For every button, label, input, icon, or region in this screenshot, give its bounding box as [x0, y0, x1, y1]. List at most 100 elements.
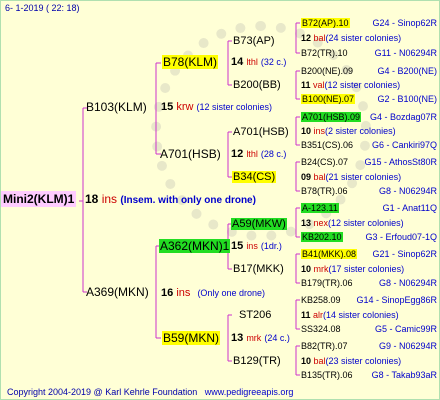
gen4-note: (14 sister colonies) — [323, 310, 399, 320]
gen4-right: G2 - B100(NE) — [377, 94, 437, 104]
gen4-note: (23 sister colonies) — [325, 356, 402, 366]
gen1-tag: ins — [176, 287, 191, 299]
gen4-tag: bal — [313, 33, 326, 43]
gen4-right: G6 - Cankiri97Q — [371, 140, 437, 150]
gen4-name: B72(AP).10 — [301, 18, 350, 28]
gen1-name[interactable]: A369(MKN) — [86, 286, 149, 299]
gen2-name[interactable]: A362(MKN)1 — [159, 239, 231, 253]
gen4-num: 12 — [301, 33, 312, 43]
gen4-tag: bal — [313, 172, 326, 182]
gen4-row[interactable]: B351(CS).06 G6 - Cankiri97Q — [301, 139, 439, 152]
gen3-name[interactable]: ST206 — [239, 309, 271, 322]
gen4-row[interactable]: B135(TR).06 G8 - Takab93aR — [301, 369, 439, 382]
gen4-name: B72(TR).10 — [301, 48, 348, 58]
gen3-name[interactable]: B34(CS) — [232, 171, 277, 184]
gen4-row[interactable]: B72(AP).10 G24 - Sinop62R — [301, 17, 439, 30]
root-name: Mini2(KLM)1 — [3, 192, 75, 206]
gen2-note: (1dr.) — [260, 241, 282, 251]
gen4-info: 12 bal(24 sister colonies) — [301, 32, 401, 45]
gen4-note: (21 sister colonies) — [325, 172, 402, 182]
gen2-tag: lthl — [246, 57, 258, 67]
gen4-row[interactable]: B82(TR).07 G9 - N06294R — [301, 340, 439, 353]
gen2-tag: lthl — [246, 149, 258, 159]
gen1-tag: krw — [176, 101, 194, 113]
gen3-name[interactable]: B17(MKK) — [233, 263, 284, 276]
gen2-label: B59(MKN) — [162, 331, 221, 345]
gen4-note: (17 sister colonies) — [328, 264, 405, 274]
gen4-row[interactable]: B24(CS).07 G15 - AthosSt80R — [301, 156, 439, 169]
gen4-row[interactable]: B72(TR).10 G11 - N06294R — [301, 47, 439, 60]
gen4-note: (12 sister colonies) — [324, 80, 401, 90]
gen4-row[interactable]: B179(TR).06 G8 - N06294R — [301, 277, 439, 290]
gen2-name[interactable]: A701(HSB) — [160, 148, 221, 161]
gen4-right: G14 - SinopEgg86R — [356, 295, 437, 305]
gen4-row[interactable]: KB202.10 G3 - Erfoud07-1Q — [301, 231, 439, 244]
gen4-tag: ins — [313, 126, 326, 136]
gen3-name[interactable]: B200(BB) — [233, 79, 281, 92]
gen4-info: 13 nex(12 sister colonies) — [301, 217, 404, 230]
gen4-row[interactable]: SS324.08 G5 - Camic99R — [301, 323, 439, 336]
gen4-info: 11 alr(14 sister colonies) — [301, 309, 399, 322]
gen4-name: B41(MKK).08 — [301, 249, 358, 259]
root-ins: ins — [101, 192, 118, 206]
gen4-num: 11 — [301, 80, 311, 90]
gen4-name: B24(CS).07 — [301, 157, 349, 167]
gen4-row[interactable]: A-123.11 G1 - Anat11Q — [301, 202, 439, 215]
gen4-note: (2 sister colonies) — [325, 126, 396, 136]
gen4-name: A-123.11 — [301, 203, 339, 213]
gen1-info: 15 krw (12 sister colonies) — [161, 101, 272, 114]
gen4-tag: bal — [313, 356, 326, 366]
gen2-label: A362(MKN)1 — [159, 239, 231, 253]
gen2-num: 15 — [231, 240, 244, 252]
site-link[interactable]: www.pedigreeapis.org — [205, 387, 294, 397]
gen4-right: G15 - AthosSt80R — [364, 157, 437, 167]
gen3-name[interactable]: A59(MKW) — [231, 218, 287, 231]
gen4-tag: alr — [313, 310, 324, 320]
gen4-name: B82(TR).07 — [301, 341, 348, 351]
gen4-num: 10 — [301, 356, 312, 366]
gen4-right: G8 - Takab93aR — [371, 370, 437, 380]
gen4-right: G3 - Erfoud07-1Q — [365, 232, 437, 242]
gen2-name[interactable]: B78(KLM) — [162, 55, 219, 69]
gen2-note: (32 c.) — [260, 57, 287, 67]
gen2-note: (28 c.) — [260, 149, 287, 159]
gen4-num: 13 — [301, 218, 312, 228]
gen1-name[interactable]: B103(KLM) — [86, 101, 147, 114]
gen2-name[interactable]: B59(MKN) — [162, 331, 221, 345]
gen4-name: B200(NE).09 — [301, 66, 354, 76]
gen2-tag: mrk — [246, 333, 262, 343]
gen4-info: 10 bal(23 sister colonies) — [301, 355, 401, 368]
copyright-text: Copyright 2004-2019 @ Karl Kehrle Founda… — [7, 387, 198, 397]
gen4-info: 09 bal(21 sister colonies) — [301, 171, 401, 184]
gen4-info: 11 val(12 sister colonies) — [301, 79, 400, 92]
root-queen[interactable]: Mini2(KLM)1 — [1, 191, 77, 207]
gen4-right: G5 - Camic99R — [374, 324, 437, 334]
gen4-row[interactable]: A701(HSB).09 G4 - Bozdag07R — [301, 111, 439, 124]
gen4-name: B78(TR).06 — [301, 186, 348, 196]
gen4-num: 10 — [301, 126, 312, 136]
gen3-name[interactable]: B73(AP) — [233, 35, 275, 48]
gen4-name: A701(HSB).09 — [301, 112, 362, 122]
gen4-row[interactable]: KB258.09 G14 - SinopEgg86R — [301, 294, 439, 307]
gen4-tag: nex — [313, 218, 329, 228]
gen4-row[interactable]: B41(MKK).08 G21 - Sinop62R — [301, 248, 439, 261]
root-num: 18 — [85, 192, 99, 206]
gen4-num: 10 — [301, 264, 312, 274]
gen4-right: G21 - Sinop62R — [372, 249, 437, 259]
gen4-name: B135(TR).06 — [301, 370, 353, 380]
gen1-num: 16 — [161, 287, 174, 299]
gen2-label: B78(KLM) — [162, 55, 219, 69]
gen3-name[interactable]: B129(TR) — [233, 355, 281, 368]
gen4-row[interactable]: B78(TR).06 G8 - N06294R — [301, 185, 439, 198]
gen2-info: 15 ins (1dr.) — [231, 240, 282, 253]
gen3-name[interactable]: A701(HSB) — [233, 126, 289, 139]
gen2-tag: ins — [246, 241, 258, 251]
gen1-note: (12 sister colonies) — [196, 102, 273, 112]
gen4-name: KB258.09 — [301, 295, 341, 305]
root-note: (Insem. with only one drone) — [120, 195, 256, 206]
root-info: 18 ins (Insem. with only one drone) — [85, 193, 256, 207]
gen1-info: 16 ins (Only one drone) — [161, 287, 265, 300]
gen4-row[interactable]: B200(NE).09 G4 - B200(NE) — [301, 65, 439, 78]
gen4-row[interactable]: B100(NE).07 G2 - B100(NE) — [301, 93, 439, 106]
gen4-right: G4 - B200(NE) — [377, 66, 437, 76]
